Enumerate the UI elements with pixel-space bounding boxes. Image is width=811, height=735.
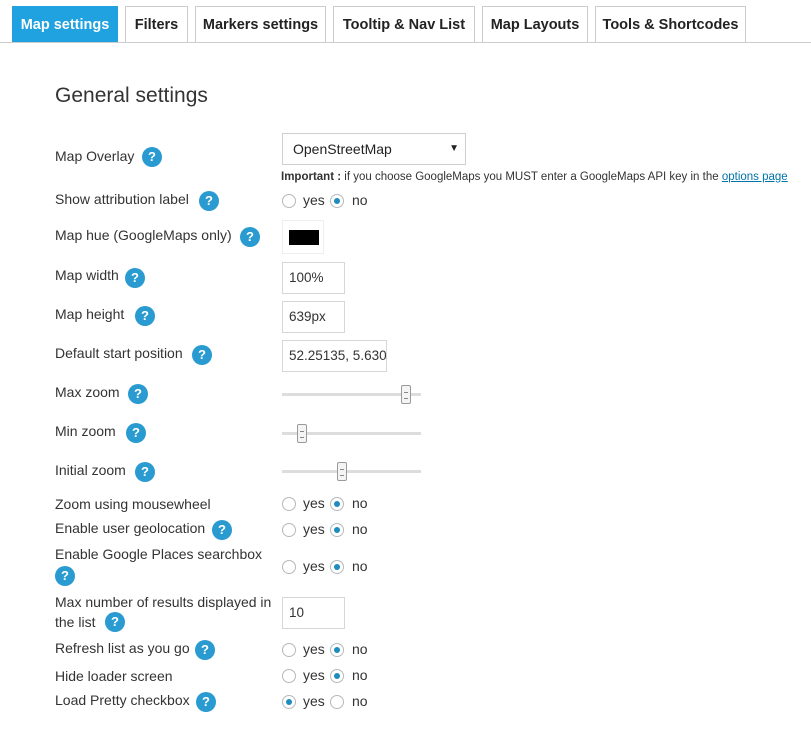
hide-loader-yes-radio[interactable] xyxy=(282,669,296,683)
help-icon[interactable]: ? xyxy=(212,520,232,540)
pretty-checkbox-yes-radio[interactable] xyxy=(282,695,296,709)
tab-map-settings[interactable]: Map settings xyxy=(12,6,118,43)
no-label: no xyxy=(352,667,368,683)
min-zoom-label: Min zoom xyxy=(55,423,116,439)
dropdown-arrow-icon: ▼ xyxy=(449,143,459,154)
map-hue-color-picker[interactable] xyxy=(282,220,324,254)
help-icon[interactable]: ? xyxy=(105,612,125,632)
zoom-mousewheel-yes-radio[interactable] xyxy=(282,497,296,511)
tabs-divider xyxy=(0,42,811,43)
places-searchbox-no-radio[interactable] xyxy=(330,560,344,574)
start-position-label: Default start position xyxy=(55,345,183,361)
tab-map-layouts[interactable]: Map Layouts xyxy=(482,6,588,42)
tab-tools-shortcodes[interactable]: Tools & Shortcodes xyxy=(595,6,746,42)
tab-markers-settings[interactable]: Markers settings xyxy=(195,6,326,42)
map-height-input[interactable]: 639px xyxy=(282,301,345,333)
section-title: General settings xyxy=(55,84,208,107)
no-label: no xyxy=(352,641,368,657)
show-attribution-yes-radio[interactable] xyxy=(282,194,296,208)
settings-tabs: Map settings Filters Markers settings To… xyxy=(0,0,811,43)
pretty-checkbox-no-radio[interactable] xyxy=(330,695,344,709)
max-zoom-label: Max zoom xyxy=(55,384,120,400)
show-attribution-no-radio[interactable] xyxy=(330,194,344,208)
no-label: no xyxy=(352,558,368,574)
map-overlay-label: Map Overlay xyxy=(55,148,135,164)
yes-label: yes xyxy=(303,558,325,574)
help-icon[interactable]: ? xyxy=(240,227,260,247)
zoom-mousewheel-no-radio[interactable] xyxy=(330,497,344,511)
hide-loader-no-radio[interactable] xyxy=(330,669,344,683)
map-hue-swatch xyxy=(289,230,319,245)
initial-zoom-slider[interactable] xyxy=(282,462,421,481)
max-results-input[interactable]: 10 xyxy=(282,597,345,629)
pretty-checkbox-label: Load Pretty checkbox xyxy=(55,692,190,708)
no-label: no xyxy=(352,693,368,709)
help-icon[interactable]: ? xyxy=(196,692,216,712)
min-zoom-slider[interactable] xyxy=(282,424,421,443)
min-zoom-handle[interactable] xyxy=(297,424,308,443)
help-icon[interactable]: ? xyxy=(135,462,155,482)
yes-label: yes xyxy=(303,667,325,683)
map-overlay-value: OpenStreetMap xyxy=(293,141,392,157)
user-geolocation-yes-radio[interactable] xyxy=(282,523,296,537)
yes-label: yes xyxy=(303,495,325,511)
map-height-label: Map height xyxy=(55,306,125,322)
tab-tooltip-nav-list[interactable]: Tooltip & Nav List xyxy=(333,6,475,42)
overlay-note: Important : if you choose GoogleMaps you… xyxy=(281,171,788,183)
options-page-link[interactable]: options page xyxy=(722,171,788,183)
map-overlay-select[interactable]: OpenStreetMap ▼ xyxy=(282,133,466,165)
help-icon[interactable]: ? xyxy=(55,566,75,586)
help-icon[interactable]: ? xyxy=(135,306,155,326)
map-hue-label: Map hue (GoogleMaps only) xyxy=(55,227,232,243)
user-geolocation-no-radio[interactable] xyxy=(330,523,344,537)
initial-zoom-handle[interactable] xyxy=(337,462,348,481)
show-attribution-label: Show attribution label xyxy=(55,191,189,207)
refresh-list-yes-radio[interactable] xyxy=(282,643,296,657)
help-icon[interactable]: ? xyxy=(128,384,148,404)
yes-label: yes xyxy=(303,192,325,208)
map-width-label: Map width xyxy=(55,267,119,283)
start-position-input[interactable]: 52.25135, 5.630 xyxy=(282,340,387,372)
refresh-list-label: Refresh list as you go xyxy=(55,640,190,656)
map-width-input[interactable]: 100% xyxy=(282,262,345,294)
yes-label: yes xyxy=(303,641,325,657)
no-label: no xyxy=(352,192,368,208)
hide-loader-label: Hide loader screen xyxy=(55,668,173,684)
yes-label: yes xyxy=(303,521,325,537)
help-icon[interactable]: ? xyxy=(195,640,215,660)
help-icon[interactable]: ? xyxy=(142,147,162,167)
refresh-list-no-radio[interactable] xyxy=(330,643,344,657)
places-searchbox-yes-radio[interactable] xyxy=(282,560,296,574)
help-icon[interactable]: ? xyxy=(126,423,146,443)
help-icon[interactable]: ? xyxy=(125,268,145,288)
yes-label: yes xyxy=(303,693,325,709)
max-zoom-handle[interactable] xyxy=(400,385,411,404)
note-text: if you choose GoogleMaps you MUST enter … xyxy=(341,171,722,183)
no-label: no xyxy=(352,495,368,511)
no-label: no xyxy=(352,521,368,537)
tab-filters[interactable]: Filters xyxy=(125,6,188,42)
note-bold: Important : xyxy=(281,171,342,183)
help-icon[interactable]: ? xyxy=(192,345,212,365)
places-searchbox-label: Enable Google Places searchbox xyxy=(55,546,263,562)
help-icon[interactable]: ? xyxy=(199,191,219,211)
user-geolocation-label: Enable user geolocation xyxy=(55,520,206,536)
zoom-mousewheel-label: Zoom using mousewheel xyxy=(55,496,211,512)
max-zoom-slider[interactable] xyxy=(282,385,421,404)
initial-zoom-label: Initial zoom xyxy=(55,462,126,478)
max-results-label: Max number of results displayed in the l… xyxy=(55,594,272,630)
